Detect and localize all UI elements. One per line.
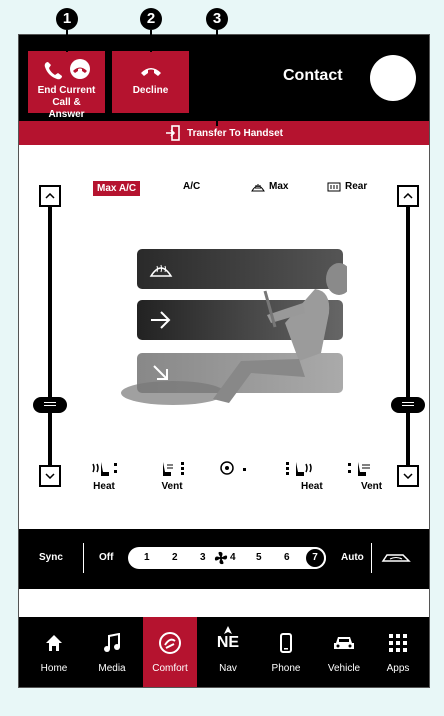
fan-speed-2[interactable]: 2	[172, 552, 178, 563]
left-temp-knob[interactable]	[33, 397, 67, 413]
contact-name: Contact	[283, 67, 343, 84]
decline-label: Decline	[132, 85, 169, 96]
phone-icon	[280, 633, 292, 653]
max-defrost-button[interactable]: Max	[251, 181, 288, 192]
fan-off-button[interactable]: Off	[99, 552, 113, 563]
phone-answer-icon	[44, 59, 90, 80]
chevron-up-icon	[45, 193, 55, 199]
driver-silhouette-icon	[121, 263, 347, 405]
nav-nav[interactable]: NE Nav	[201, 617, 255, 687]
right-temp-up-button[interactable]	[397, 185, 419, 207]
nav-vehicle[interactable]: Vehicle	[317, 617, 371, 687]
end-call-label: End Current Call & Answer	[37, 85, 96, 120]
transfer-label: Transfer To Handset	[187, 127, 283, 139]
seat-heat-icon	[285, 462, 312, 476]
contact-avatar[interactable]	[370, 55, 416, 101]
phone-hangup-icon	[140, 68, 161, 76]
left-temp-rail	[48, 207, 52, 465]
recirculation-icon[interactable]	[381, 551, 411, 565]
left-seat-heat-button[interactable]: Heat	[89, 460, 119, 492]
nav-nav-label: Nav	[219, 663, 237, 674]
seat-heat-icon	[92, 462, 117, 476]
front-defrost-icon	[251, 183, 265, 191]
transfer-handset-icon	[166, 125, 180, 141]
right-seat-vent-button[interactable]: Vent	[345, 460, 382, 492]
climate-icon	[159, 632, 181, 654]
fan-auto-button[interactable]: Auto	[341, 552, 364, 563]
left-seat-vent-button[interactable]: Vent	[157, 460, 187, 492]
max-ac-button[interactable]: Max A/C	[93, 181, 141, 196]
right-seat-heat-button[interactable]: Heat	[281, 460, 323, 492]
right-temp-down-button[interactable]	[397, 465, 419, 487]
bottom-nav: Home Media Comfort NE Nav Phone Vehicle	[19, 617, 429, 687]
nav-apps[interactable]: Apps	[371, 617, 425, 687]
steering-heat-button[interactable]	[219, 460, 255, 481]
callout-3: 3	[206, 8, 228, 30]
rear-defrost-icon	[327, 182, 341, 191]
left-seat-heat-label: Heat	[93, 481, 115, 492]
compass-icon	[224, 626, 232, 634]
apps-grid-icon	[389, 634, 407, 652]
fan-speed-4[interactable]: 4	[230, 552, 236, 563]
nav-home[interactable]: Home	[27, 617, 81, 687]
nav-phone-label: Phone	[271, 663, 301, 674]
fan-control-bar: Sync Off 1 2 3 4 5 6 7 Auto	[19, 529, 429, 589]
seat-vent-icon	[347, 462, 370, 476]
end-call-answer-button[interactable]: End Current Call & Answer	[28, 51, 105, 120]
nav-phone[interactable]: Phone	[259, 617, 313, 687]
transfer-to-handset-button[interactable]: Transfer To Handset	[19, 121, 429, 145]
callout-2: 2	[140, 8, 162, 30]
car-icon	[334, 637, 354, 649]
seat-vent-icon	[163, 462, 184, 476]
fan-speed-5[interactable]: 5	[256, 552, 262, 563]
left-temp-up-button[interactable]	[39, 185, 61, 207]
right-seat-vent-label: Vent	[361, 481, 383, 492]
right-seat-heat-label: Heat	[301, 481, 323, 492]
fan-icon	[214, 551, 228, 565]
rear-defrost-label: Rear	[345, 181, 368, 192]
fan-speed-7-active[interactable]: 7	[304, 547, 326, 569]
rear-defrost-button[interactable]: Rear	[327, 181, 367, 192]
compass-heading: NE	[216, 634, 240, 651]
ac-button[interactable]: A/C	[183, 181, 200, 192]
nav-comfort[interactable]: Comfort	[143, 617, 197, 687]
music-note-icon	[104, 633, 120, 652]
chevron-down-icon	[45, 473, 55, 479]
chevron-up-icon	[403, 193, 413, 199]
nav-vehicle-label: Vehicle	[327, 663, 361, 674]
callout-1: 1	[56, 8, 78, 30]
max-ac-label: Max A/C	[93, 181, 141, 196]
nav-comfort-label: Comfort	[152, 663, 188, 674]
steering-wheel-heat-icon	[220, 461, 246, 475]
nav-media[interactable]: Media	[85, 617, 139, 687]
max-defrost-label: Max	[269, 181, 289, 192]
decline-button[interactable]: Decline	[112, 51, 189, 113]
home-icon	[46, 635, 62, 651]
ac-label: A/C	[183, 181, 201, 192]
nav-media-label: Media	[98, 663, 126, 674]
callout-1-line	[66, 30, 68, 52]
nav-home-label: Home	[40, 663, 68, 674]
left-temp-down-button[interactable]	[39, 465, 61, 487]
head-unit-screen: End Current Call & Answer Decline Contac…	[18, 34, 430, 688]
call-bar: End Current Call & Answer Decline Contac…	[19, 35, 429, 121]
chevron-down-icon	[403, 473, 413, 479]
callout-2-line	[150, 30, 152, 52]
sync-button[interactable]: Sync	[39, 552, 63, 563]
fan-speed-7: 7	[312, 552, 318, 563]
fan-speed-6[interactable]: 6	[284, 552, 290, 563]
fan-speed-1[interactable]: 1	[144, 552, 150, 563]
right-temp-rail	[406, 207, 410, 465]
right-temp-knob[interactable]	[391, 397, 425, 413]
divider	[83, 543, 84, 573]
fan-speed-3[interactable]: 3	[200, 552, 206, 563]
nav-apps-label: Apps	[386, 663, 410, 674]
fan-speed-selector[interactable]: 1 2 3 4 5 6 7	[128, 547, 326, 569]
callout-3-line	[216, 30, 218, 126]
left-seat-vent-label: Vent	[161, 481, 183, 492]
divider	[371, 543, 372, 573]
